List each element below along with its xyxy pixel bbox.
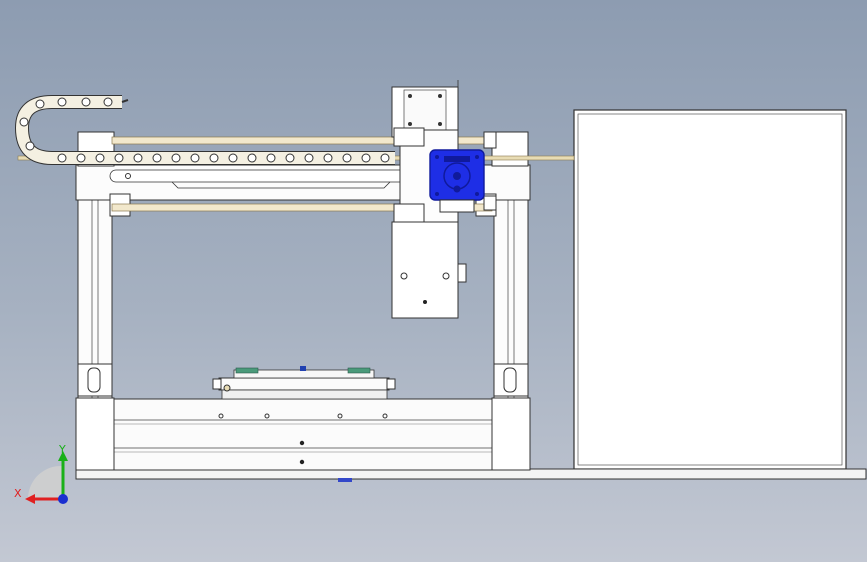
chain-link-pin <box>247 153 257 163</box>
chain-link-pin <box>209 153 219 163</box>
chain-link-pin <box>342 153 352 163</box>
cad-viewport[interactable]: Y X <box>0 0 867 562</box>
chain-link-pin <box>361 153 371 163</box>
chain-link-pin <box>285 153 295 163</box>
chain-link-pin <box>190 153 200 163</box>
chain-link-pin <box>304 153 314 163</box>
chain-link-pin <box>19 117 29 127</box>
base-plate <box>75 468 867 482</box>
chain-link-pin <box>35 99 45 109</box>
chain-link-pin <box>171 153 181 163</box>
left-column <box>75 197 115 471</box>
chain-link-pin <box>228 153 238 163</box>
chain-link-pin <box>133 153 143 163</box>
chain-link-pin <box>95 153 105 163</box>
chain-link-pin <box>76 153 86 163</box>
side-enclosure-panel <box>573 109 847 470</box>
work-fixture <box>212 366 396 400</box>
coordinate-triad[interactable]: Y X <box>14 443 68 504</box>
chain-link-pin <box>323 153 333 163</box>
chain-link-pin <box>114 153 124 163</box>
chain-link-pin <box>380 153 390 163</box>
cable-drag-chain <box>14 95 395 165</box>
chain-link-pin <box>81 97 91 107</box>
axis-y-label: Y <box>58 443 66 456</box>
chain-link-pin <box>25 141 35 151</box>
chain-link-pin <box>57 153 67 163</box>
y-axis-table-base <box>111 398 495 471</box>
axis-x-label: X <box>14 487 22 500</box>
chain-link-pin <box>266 153 276 163</box>
chain-link-pin <box>152 153 162 163</box>
chain-link-pin <box>103 97 113 107</box>
chain-link-pin <box>57 97 67 107</box>
right-column <box>491 197 531 471</box>
